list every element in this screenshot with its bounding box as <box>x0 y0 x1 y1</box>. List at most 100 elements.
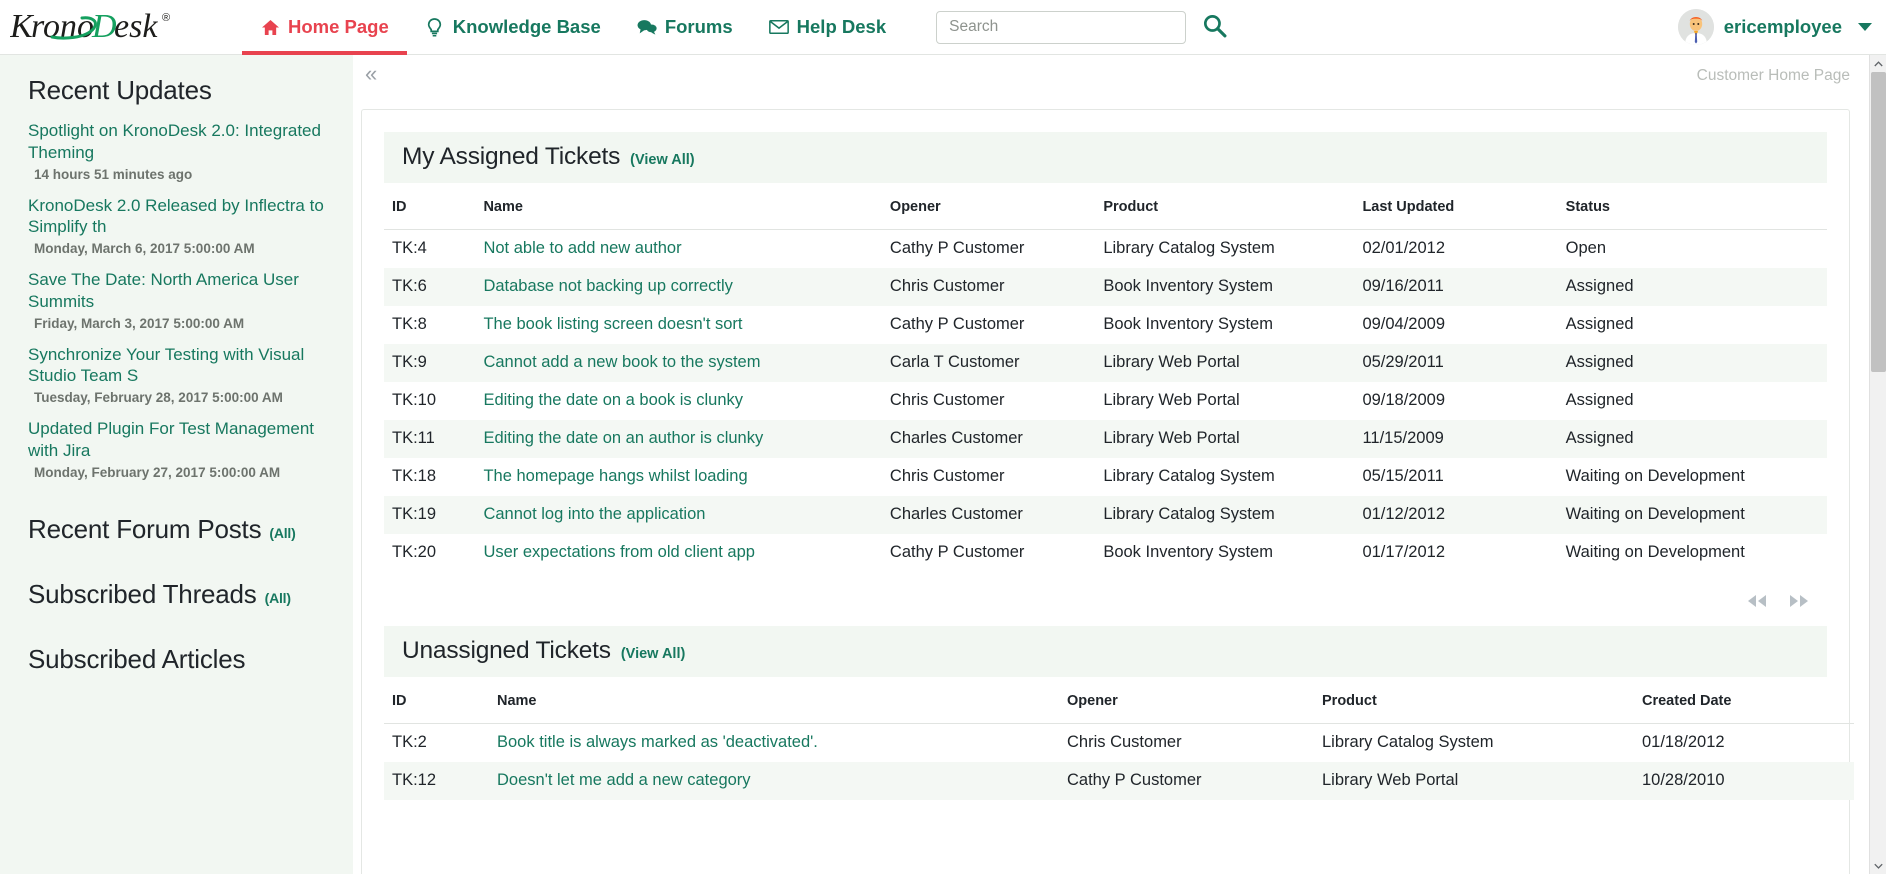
table-row[interactable]: TK:20 User expectations from old client … <box>384 534 1827 572</box>
cell-product: Library Catalog System <box>1095 230 1354 269</box>
breadcrumb: Customer Home Page <box>1697 67 1850 85</box>
recent-update-link[interactable]: Synchronize Your Testing with Visual Stu… <box>28 344 329 388</box>
table-row[interactable]: TK:2 Book title is always marked as 'dea… <box>384 724 1854 763</box>
table-row[interactable]: TK:12 Doesn't let me add a new category … <box>384 762 1854 800</box>
recent-update-date: Friday, March 3, 2017 5:00:00 AM <box>28 316 329 331</box>
ticket-name-link[interactable]: User expectations from old client app <box>483 543 754 561</box>
page-body: Recent Updates Spotlight on KronoDesk 2.… <box>0 55 1886 874</box>
chevron-up-icon[interactable] <box>1870 55 1886 72</box>
list-item: Spotlight on KronoDesk 2.0: Integrated T… <box>28 120 329 182</box>
cell-last-updated: 01/17/2012 <box>1354 534 1557 572</box>
cell-opener: Cathy P Customer <box>882 534 1095 572</box>
cell-id: TK:11 <box>384 420 475 458</box>
vertical-scrollbar[interactable] <box>1869 55 1886 874</box>
recent-update-link[interactable]: Spotlight on KronoDesk 2.0: Integrated T… <box>28 120 329 164</box>
kronodesk-logo[interactable]: K rono D esk ® <box>0 0 232 55</box>
column-header-last-updated[interactable]: Last Updated <box>1354 183 1557 230</box>
cell-last-updated: 09/16/2011 <box>1354 268 1557 306</box>
ticket-name-link[interactable]: Book title is always marked as 'deactiva… <box>497 733 818 751</box>
top-navigation-bar: K rono D esk ® Home Page Knowledge Base <box>0 0 1886 55</box>
column-header-id[interactable]: ID <box>384 183 475 230</box>
cell-opener: Charles Customer <box>882 496 1095 534</box>
column-header-name[interactable]: Name <box>475 183 881 230</box>
recent-forum-posts-label: Recent Forum Posts <box>28 514 261 544</box>
cell-last-updated: 01/12/2012 <box>1354 496 1557 534</box>
ticket-name-link[interactable]: The homepage hangs whilst loading <box>483 467 747 485</box>
subscribed-threads-section: Subscribed Threads(All) <box>28 579 329 610</box>
subscribed-threads-all-link[interactable]: (All) <box>265 590 291 606</box>
recent-update-link[interactable]: KronoDesk 2.0 Released by Inflectra to S… <box>28 195 329 239</box>
view-all-link-unassigned[interactable]: (View All) <box>621 646 685 662</box>
column-header-status[interactable]: Status <box>1558 183 1827 230</box>
ticket-name-link[interactable]: Not able to add new author <box>483 239 681 257</box>
recent-update-link[interactable]: Save The Date: North America User Summit… <box>28 269 329 313</box>
nav-label-help-desk: Help Desk <box>797 16 886 38</box>
table-row[interactable]: TK:9 Cannot add a new book to the system… <box>384 344 1827 382</box>
column-header-created-date[interactable]: Created Date <box>1634 677 1854 724</box>
cell-opener: Chris Customer <box>882 382 1095 420</box>
cell-status: Assigned <box>1558 306 1827 344</box>
cell-id: TK:10 <box>384 382 475 420</box>
table-row[interactable]: TK:8 The book listing screen doesn't sor… <box>384 306 1827 344</box>
content-header-row: « Customer Home Page <box>353 55 1886 99</box>
view-all-link-assigned[interactable]: (View All) <box>630 152 694 168</box>
double-arrow-left-icon[interactable] <box>1745 592 1769 610</box>
unassigned-tickets-panel: Unassigned Tickets (View All) ID Name <box>384 626 1827 800</box>
scrollbar-thumb[interactable] <box>1871 72 1886 372</box>
table-row[interactable]: TK:4 Not able to add new author Cathy P … <box>384 230 1827 269</box>
ticket-name-link[interactable]: Doesn't let me add a new category <box>497 771 751 789</box>
column-header-product[interactable]: Product <box>1314 677 1634 724</box>
column-header-product[interactable]: Product <box>1095 183 1354 230</box>
user-menu[interactable]: ericemployee <box>1678 9 1886 45</box>
cell-product: Library Catalog System <box>1314 724 1634 763</box>
my-assigned-tickets-panel: My Assigned Tickets (View All) ID Name <box>384 132 1827 616</box>
ticket-name-link[interactable]: Cannot add a new book to the system <box>483 353 760 371</box>
cell-status: Open <box>1558 230 1827 269</box>
nav-item-knowledge-base[interactable]: Knowledge Base <box>407 0 619 55</box>
ticket-name-link[interactable]: Cannot log into the application <box>483 505 705 523</box>
table-row[interactable]: TK:11 Editing the date on an author is c… <box>384 420 1827 458</box>
recent-update-date: Tuesday, February 28, 2017 5:00:00 AM <box>28 390 329 405</box>
recent-update-date: Monday, February 27, 2017 5:00:00 AM <box>28 465 329 480</box>
my-assigned-tickets-header: My Assigned Tickets (View All) <box>384 132 1827 183</box>
nav-item-help-desk[interactable]: Help Desk <box>751 0 904 55</box>
column-header-opener[interactable]: Opener <box>882 183 1095 230</box>
nav-label-forums: Forums <box>665 16 733 38</box>
nav-item-forums[interactable]: Forums <box>619 0 751 55</box>
table-row[interactable]: TK:6 Database not backing up correctly C… <box>384 268 1827 306</box>
list-item: KronoDesk 2.0 Released by Inflectra to S… <box>28 195 329 257</box>
ticket-name-link[interactable]: Database not backing up correctly <box>483 277 732 295</box>
main-nav-items: Home Page Knowledge Base Forums Help Des… <box>242 0 904 55</box>
search-area <box>936 11 1228 44</box>
table-row[interactable]: TK:10 Editing the date on a book is clun… <box>384 382 1827 420</box>
ticket-name-link[interactable]: Editing the date on an author is clunky <box>483 429 763 447</box>
assigned-tickets-pager <box>384 572 1827 616</box>
ticket-name-link[interactable]: Editing the date on a book is clunky <box>483 391 743 409</box>
cell-status: Waiting on Development <box>1558 496 1827 534</box>
table-row[interactable]: TK:18 The homepage hangs whilst loading … <box>384 458 1827 496</box>
column-header-id[interactable]: ID <box>384 677 489 724</box>
recent-forum-posts-section: Recent Forum Posts (All) <box>28 514 329 545</box>
double-arrow-right-icon[interactable] <box>1787 592 1811 610</box>
cell-opener: Chris Customer <box>882 458 1095 496</box>
cell-product: Book Inventory System <box>1095 268 1354 306</box>
search-input[interactable] <box>936 11 1186 44</box>
search-button[interactable] <box>1200 13 1228 41</box>
content-card: My Assigned Tickets (View All) ID Name <box>361 109 1850 874</box>
chevron-down-icon[interactable] <box>1858 23 1872 31</box>
cell-opener: Carla T Customer <box>882 344 1095 382</box>
table-header-row: ID Name Opener Product Created Date <box>384 677 1854 724</box>
recent-update-link[interactable]: Updated Plugin For Test Management with … <box>28 418 329 462</box>
column-header-opener[interactable]: Opener <box>1059 677 1314 724</box>
ticket-name-link[interactable]: The book listing screen doesn't sort <box>483 315 742 333</box>
chevron-down-icon[interactable] <box>1870 857 1886 874</box>
table-row[interactable]: TK:19 Cannot log into the application Ch… <box>384 496 1827 534</box>
cell-id: TK:2 <box>384 724 489 763</box>
column-header-name[interactable]: Name <box>489 677 1059 724</box>
recent-forum-posts-all-link[interactable]: (All) <box>269 525 295 541</box>
avatar <box>1678 9 1714 45</box>
cell-created-date: 10/28/2010 <box>1634 762 1854 800</box>
cell-status: Assigned <box>1558 382 1827 420</box>
nav-item-home-page[interactable]: Home Page <box>242 0 407 55</box>
double-chevron-left-icon[interactable]: « <box>361 63 381 85</box>
